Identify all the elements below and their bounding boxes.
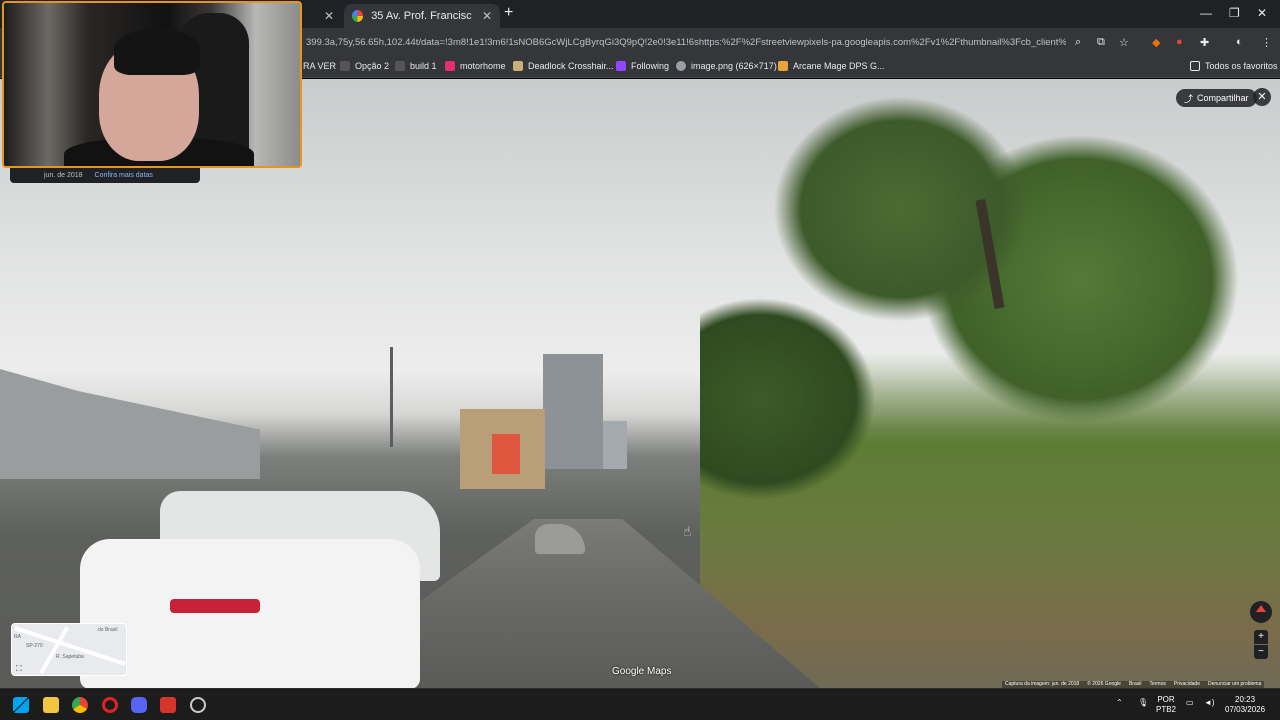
bookmark-icon: [395, 61, 405, 71]
volume-icon[interactable]: ◄): [1204, 698, 1215, 708]
extension-fox-icon[interactable]: ◆: [1152, 36, 1160, 49]
microphone-icon[interactable]: 🎙: [1138, 698, 1148, 708]
bookmark-item[interactable]: Deadlock Crosshair...: [513, 61, 614, 71]
google-maps-logo: Google Maps: [612, 666, 672, 677]
tab-previous-close[interactable]: ✕: [306, 4, 342, 28]
close-tab-icon[interactable]: ✕: [482, 9, 492, 23]
show-hidden-icons[interactable]: ⌃: [1116, 698, 1123, 708]
folder-icon: [1190, 61, 1200, 71]
share-button[interactable]: ⤴ Compartilhar: [1176, 89, 1257, 107]
clock[interactable]: 20:23 07/03/2026: [1225, 695, 1265, 715]
building: [492, 434, 520, 474]
google-maps-favicon-icon: [352, 10, 364, 22]
expand-map-icon[interactable]: ⛶: [16, 664, 26, 674]
street-view-panorama[interactable]: ⤴ Compartilhar ✕ jun. de 2018 Confira mai…: [0, 79, 1280, 688]
zoom-in-button[interactable]: +: [1254, 630, 1268, 644]
white-car: [80, 539, 420, 688]
bookmark-item[interactable]: Following: [616, 61, 669, 71]
bookmark-item[interactable]: motorhome: [445, 61, 506, 71]
discord-icon[interactable]: [131, 697, 147, 713]
window-close-icon[interactable]: ✕: [1257, 6, 1267, 20]
webcam-overlay: [2, 1, 302, 168]
hand-cursor-icon: ☝: [683, 523, 692, 539]
map-road: [39, 626, 69, 675]
close-icon[interactable]: ✕: [324, 9, 334, 23]
wow-icon: [778, 61, 788, 71]
twitch-icon: [616, 61, 626, 71]
install-icon[interactable]: ⧉: [1097, 36, 1105, 49]
map-footer: Captura da imagem: jun. de 2018 © 2026 G…: [1002, 681, 1265, 688]
person-cap: [114, 29, 200, 75]
date-card: jun. de 2018 Confira mais datas: [10, 167, 200, 183]
network-icon[interactable]: ▭: [1186, 698, 1194, 708]
more-dates-link[interactable]: Confira mais datas: [95, 172, 153, 179]
windows-start-icon[interactable]: [13, 697, 29, 713]
tab-title: 35 Av. Prof. Francisco Morato -: [371, 10, 472, 22]
menu-kebab-icon[interactable]: ⋮: [1261, 36, 1272, 49]
chrome-icon[interactable]: [72, 697, 88, 713]
bookmark-item[interactable]: image.png (626×717): [676, 61, 777, 71]
capture-date: jun. de 2018: [44, 171, 83, 179]
building: [603, 421, 627, 469]
share-icon: ⤴: [1184, 93, 1194, 104]
zoom-icon[interactable]: ⌕: [1075, 36, 1081, 49]
mini-map[interactable]: RA SP-270 R. Sapetuba do Brasil ⛶: [11, 623, 127, 676]
new-tab-button[interactable]: +: [504, 4, 513, 22]
bookmark-item[interactable]: RA VER: [303, 61, 336, 71]
restore-icon[interactable]: ❐: [1229, 6, 1240, 20]
bookmark-item[interactable]: build 1: [395, 61, 437, 71]
taskbar: ⌃ 🎙 POR PTB2 ▭ ◄) 20:23 07/03/2026: [0, 688, 1280, 720]
bookmark-item[interactable]: Arcane Mage DPS G...: [778, 61, 885, 71]
opera-icon[interactable]: [102, 697, 118, 713]
adblock-icon[interactable]: ●: [1176, 36, 1183, 48]
close-streetview-button[interactable]: ✕: [1253, 88, 1271, 106]
tower-building: [543, 354, 603, 469]
street-lamp: [390, 347, 393, 447]
url-field[interactable]: 399.3a,75y,56.65h,102.44t/data=!3m8!1e1!…: [306, 37, 1066, 48]
bookmark-icon: [340, 61, 350, 71]
trees: [700, 79, 1280, 688]
bookmark-star-icon[interactable]: ☆: [1119, 36, 1129, 49]
input-language[interactable]: POR PTB2: [1156, 695, 1176, 715]
bookmark-item[interactable]: Opção 2: [340, 61, 389, 71]
compass-icon[interactable]: [1250, 601, 1272, 623]
all-bookmarks-folder[interactable]: Todos os favoritos: [1190, 61, 1278, 71]
app-icon[interactable]: [160, 697, 176, 713]
zoom-out-button[interactable]: −: [1254, 645, 1268, 659]
taillight: [170, 599, 260, 613]
file-explorer-icon[interactable]: [43, 697, 59, 713]
deadlock-icon: [513, 61, 523, 71]
overpass: [0, 369, 260, 479]
extensions-puzzle-icon[interactable]: ✚: [1200, 36, 1209, 49]
tab-active[interactable]: 35 Av. Prof. Francisco Morato - ✕: [344, 4, 500, 28]
instagram-icon: [445, 61, 455, 71]
obs-icon[interactable]: [190, 697, 206, 713]
globe-icon: [676, 61, 686, 71]
profile-avatar-icon[interactable]: ◐: [1236, 36, 1243, 48]
minimize-icon[interactable]: —: [1200, 6, 1212, 20]
